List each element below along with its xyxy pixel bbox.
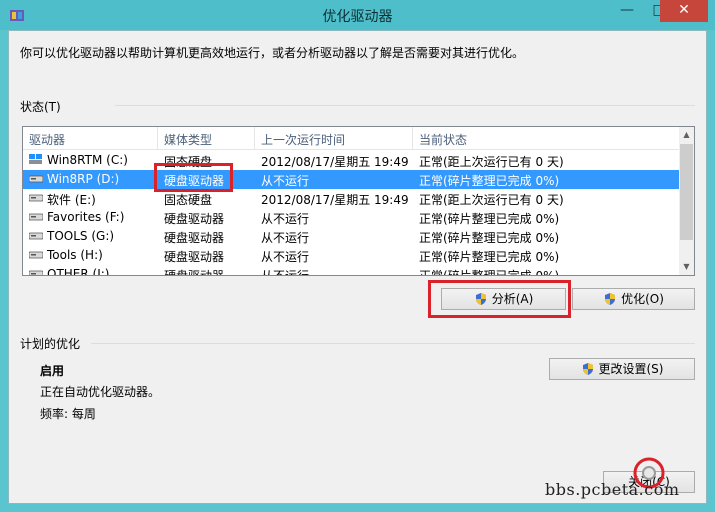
drive-name: Win8RP (D:) <box>47 172 120 186</box>
scroll-down-arrow-icon[interactable]: ▼ <box>679 259 694 275</box>
schedule-divider <box>91 343 695 344</box>
minimize-button[interactable]: — <box>610 0 644 22</box>
drive-name: Favorites (F:) <box>47 210 125 224</box>
last-run: 2012/08/17/星期五 19:49 <box>261 155 409 169</box>
hard-drive-icon <box>29 270 43 275</box>
hard-drive-icon <box>29 175 43 183</box>
current-status: 正常(距上次运行已有 0 天) <box>419 155 564 169</box>
watermark-text: bbs.pcbeta.com <box>545 480 680 499</box>
optimize-label: 优化(O) <box>621 292 664 306</box>
current-status: 正常(距上次运行已有 0 天) <box>419 193 564 207</box>
scroll-thumb[interactable] <box>680 144 693 240</box>
last-run: 从不运行 <box>261 269 310 276</box>
table-row[interactable]: 软件 (E:) 固态硬盘 2012/08/17/星期五 19:49 正常(距上次… <box>23 189 679 208</box>
table-row[interactable]: Win8RTM (C:) 固态硬盘 2012/08/17/星期五 19:49 正… <box>23 151 679 170</box>
drive-name: Win8RTM (C:) <box>47 153 128 167</box>
status-divider <box>115 105 695 106</box>
table-row-selected[interactable]: Win8RP (D:) 硬盘驱动器 从不运行 正常(碎片整理已完成 0%) <box>23 170 679 189</box>
optimize-button[interactable]: 优化(O) <box>572 288 695 310</box>
close-window-button[interactable]: ✕ <box>660 0 708 22</box>
hard-drive-icon <box>29 251 43 259</box>
media-type: 硬盘驱动器 <box>164 231 225 245</box>
column-header-last-run[interactable]: 上一次运行时间 <box>261 131 345 148</box>
uac-shield-icon <box>605 293 616 305</box>
current-status: 正常(碎片整理已完成 0%) <box>419 231 560 245</box>
windows-drive-icon <box>29 154 42 164</box>
column-header-status[interactable]: 当前状态 <box>419 131 467 148</box>
schedule-frequency: 频率: 每周 <box>40 407 96 421</box>
last-run: 2012/08/17/星期五 19:49 <box>261 193 409 207</box>
analyze-highlight <box>428 280 571 318</box>
drive-name: OTHER (I:) <box>47 267 110 276</box>
schedule-state: 启用 <box>40 364 65 378</box>
uac-shield-icon <box>582 363 593 375</box>
change-settings-button[interactable]: 更改设置(S) <box>549 358 695 380</box>
current-status: 正常(碎片整理已完成 0%) <box>419 250 560 264</box>
window-title: 优化驱动器 <box>322 9 393 25</box>
last-run: 从不运行 <box>261 212 310 226</box>
last-run: 从不运行 <box>261 231 310 245</box>
media-type-highlight <box>154 163 233 192</box>
list-header: 驱动器 媒体类型 上一次运行时间 当前状态 <box>23 127 679 150</box>
table-row[interactable]: Favorites (F:) 硬盘驱动器 从不运行 正常(碎片整理已完成 0%) <box>23 208 679 227</box>
table-row[interactable]: Tools (H:) 硬盘驱动器 从不运行 正常(碎片整理已完成 0%) <box>23 246 679 265</box>
scroll-up-arrow-icon[interactable]: ▲ <box>679 127 694 143</box>
current-status: 正常(碎片整理已完成 0%) <box>419 269 560 276</box>
drive-list[interactable]: 驱动器 媒体类型 上一次运行时间 当前状态 Win8RTM (C:) 固态硬盘 … <box>22 126 695 276</box>
table-row[interactable]: OTHER (I:) 硬盘驱动器 从不运行 正常(碎片整理已完成 0%) <box>23 265 679 276</box>
intro-text: 你可以优化驱动器以帮助计算机更高效地运行，或者分析驱动器以了解是否需要对其进行优… <box>20 46 525 60</box>
media-type: 硬盘驱动器 <box>164 212 225 226</box>
column-header-media[interactable]: 媒体类型 <box>164 131 212 148</box>
media-type: 硬盘驱动器 <box>164 269 225 276</box>
title-bar[interactable]: 优化驱动器 — □ ✕ <box>0 0 715 30</box>
table-row[interactable]: TOOLS (G:) 硬盘驱动器 从不运行 正常(碎片整理已完成 0%) <box>23 227 679 246</box>
hard-drive-icon <box>29 213 43 221</box>
last-run: 从不运行 <box>261 174 310 188</box>
media-type: 硬盘驱动器 <box>164 250 225 264</box>
dialog-body: 你可以优化驱动器以帮助计算机更高效地运行，或者分析驱动器以了解是否需要对其进行优… <box>8 30 707 504</box>
status-section-label: 状态(T) <box>20 100 61 114</box>
optimize-drives-window: 优化驱动器 — □ ✕ 你可以优化驱动器以帮助计算机更高效地运行，或者分析驱动器… <box>0 0 715 512</box>
drive-name: TOOLS (G:) <box>47 229 115 243</box>
current-status: 正常(碎片整理已完成 0%) <box>419 174 560 188</box>
column-divider[interactable] <box>254 127 255 149</box>
last-run: 从不运行 <box>261 250 310 264</box>
schedule-section-label: 计划的优化 <box>20 337 81 351</box>
schedule-description: 正在自动优化驱动器。 <box>40 385 161 399</box>
drive-name: 软件 (E:) <box>47 193 96 207</box>
vertical-scrollbar[interactable]: ▲ ▼ <box>679 127 694 275</box>
column-header-drive[interactable]: 驱动器 <box>29 131 65 148</box>
media-type: 固态硬盘 <box>164 193 213 207</box>
current-status: 正常(碎片整理已完成 0%) <box>419 212 560 226</box>
change-settings-label: 更改设置(S) <box>598 362 664 376</box>
column-divider[interactable] <box>157 127 158 149</box>
column-divider[interactable] <box>412 127 413 149</box>
drive-name: Tools (H:) <box>47 248 103 262</box>
hard-drive-icon <box>29 232 43 240</box>
hard-drive-icon <box>29 194 43 202</box>
